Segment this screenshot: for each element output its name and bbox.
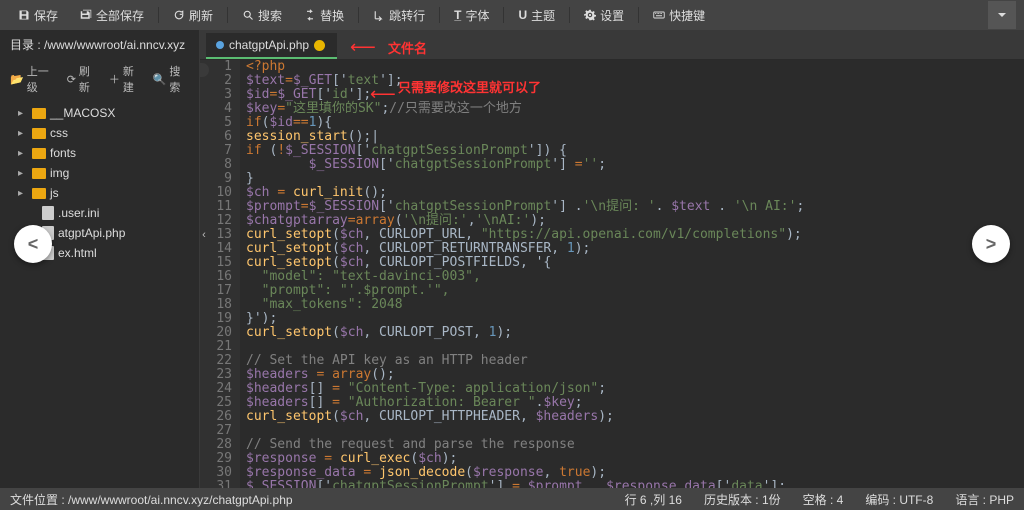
folder-icon	[32, 148, 46, 159]
save-button[interactable]: 保存	[8, 3, 68, 28]
jump-line-button[interactable]: 跳转行	[363, 3, 435, 28]
save-icon	[18, 9, 30, 21]
save-all-button[interactable]: 全部保存	[70, 3, 154, 28]
shortcut-button[interactable]: 快捷键	[643, 3, 715, 28]
refresh-button[interactable]: 刷新	[163, 3, 223, 28]
annotation-filename: 文件名	[388, 38, 427, 57]
font-button[interactable]: T̲字体	[444, 3, 499, 28]
editor-area: chatgptApi.php 1234567891011121314151617…	[200, 30, 1024, 488]
tree-folder[interactable]: ▸fonts	[0, 143, 199, 163]
dropdown-menu-button[interactable]	[988, 1, 1016, 29]
status-cursor[interactable]: 行 6 ,列 16	[625, 491, 682, 508]
arrow-left-icon: ⟵	[350, 37, 376, 58]
code-editor[interactable]: 1234567891011121314151617181920212223242…	[200, 60, 1024, 488]
theme-icon: U	[518, 8, 527, 22]
tree-folder[interactable]: ▸__MACOSX	[0, 103, 199, 123]
search-button[interactable]: 搜索	[232, 3, 292, 28]
tree-folder[interactable]: ▸img	[0, 163, 199, 183]
new-file-button[interactable]: ＋新建	[109, 63, 143, 95]
theme-button[interactable]: U主题	[508, 3, 565, 28]
carousel-next-button[interactable]: >	[972, 225, 1010, 263]
tab-active[interactable]: chatgptApi.php	[206, 33, 337, 59]
code-content[interactable]: <?php$text=$_GET['text'];$id=$_GET['id']…	[240, 60, 1024, 488]
settings-button[interactable]: 设置	[574, 3, 634, 28]
jump-icon	[373, 9, 385, 21]
replace-icon	[304, 9, 316, 21]
directory-path: 目录 : /www/wwwroot/ai.nncv.xyz	[0, 30, 199, 59]
status-encoding[interactable]: 编码 : UTF-8	[865, 491, 933, 508]
tab-filename: chatgptApi.php	[229, 38, 309, 52]
search-icon	[242, 9, 254, 21]
refresh-tree-button[interactable]: ⟳刷新	[67, 63, 99, 95]
toolbar: 保存 全部保存 刷新 搜索 替换 跳转行 T̲字体 U主题 设置 快捷键	[0, 0, 1024, 30]
filetype-dot-icon	[216, 41, 224, 49]
folder-icon	[32, 108, 46, 119]
folder-icon	[32, 188, 46, 199]
refresh-icon	[173, 9, 185, 21]
file-icon	[42, 206, 54, 220]
line-gutter: 1234567891011121314151617181920212223242…	[200, 60, 240, 488]
gear-icon	[584, 9, 596, 21]
status-language[interactable]: 语言 : PHP	[955, 491, 1014, 508]
folder-icon	[32, 168, 46, 179]
unsaved-warn-icon	[314, 40, 325, 51]
annotation-edit-hint: 只需要修改这里就可以了	[398, 77, 541, 96]
save-all-icon	[80, 9, 92, 21]
carousel-prev-button[interactable]: <	[14, 225, 52, 263]
folder-icon	[32, 128, 46, 139]
sidebar-tools: 📂上一级 ⟳刷新 ＋新建 🔍搜索	[0, 59, 199, 99]
search-tree-button[interactable]: 🔍搜索	[153, 63, 189, 95]
tree-file[interactable]: .user.ini	[0, 203, 199, 223]
replace-button[interactable]: 替换	[294, 3, 354, 28]
chevron-down-icon	[996, 9, 1008, 21]
status-path: 文件位置 : /www/wwwroot/ai.nncv.xyz/chatgptA…	[10, 491, 293, 508]
font-icon: T̲	[454, 8, 461, 22]
status-bar: 文件位置 : /www/wwwroot/ai.nncv.xyz/chatgptA…	[0, 488, 1024, 510]
tab-bar: chatgptApi.php	[200, 30, 1024, 60]
arrow-left-icon: ⟵	[370, 84, 396, 105]
tree-folder[interactable]: ▸js	[0, 183, 199, 203]
status-history[interactable]: 历史版本 : 1份	[704, 491, 781, 508]
status-spaces[interactable]: 空格 : 4	[803, 491, 844, 508]
tree-folder[interactable]: ▸css	[0, 123, 199, 143]
keyboard-icon	[653, 9, 665, 21]
up-level-button[interactable]: 📂上一级	[10, 63, 57, 95]
